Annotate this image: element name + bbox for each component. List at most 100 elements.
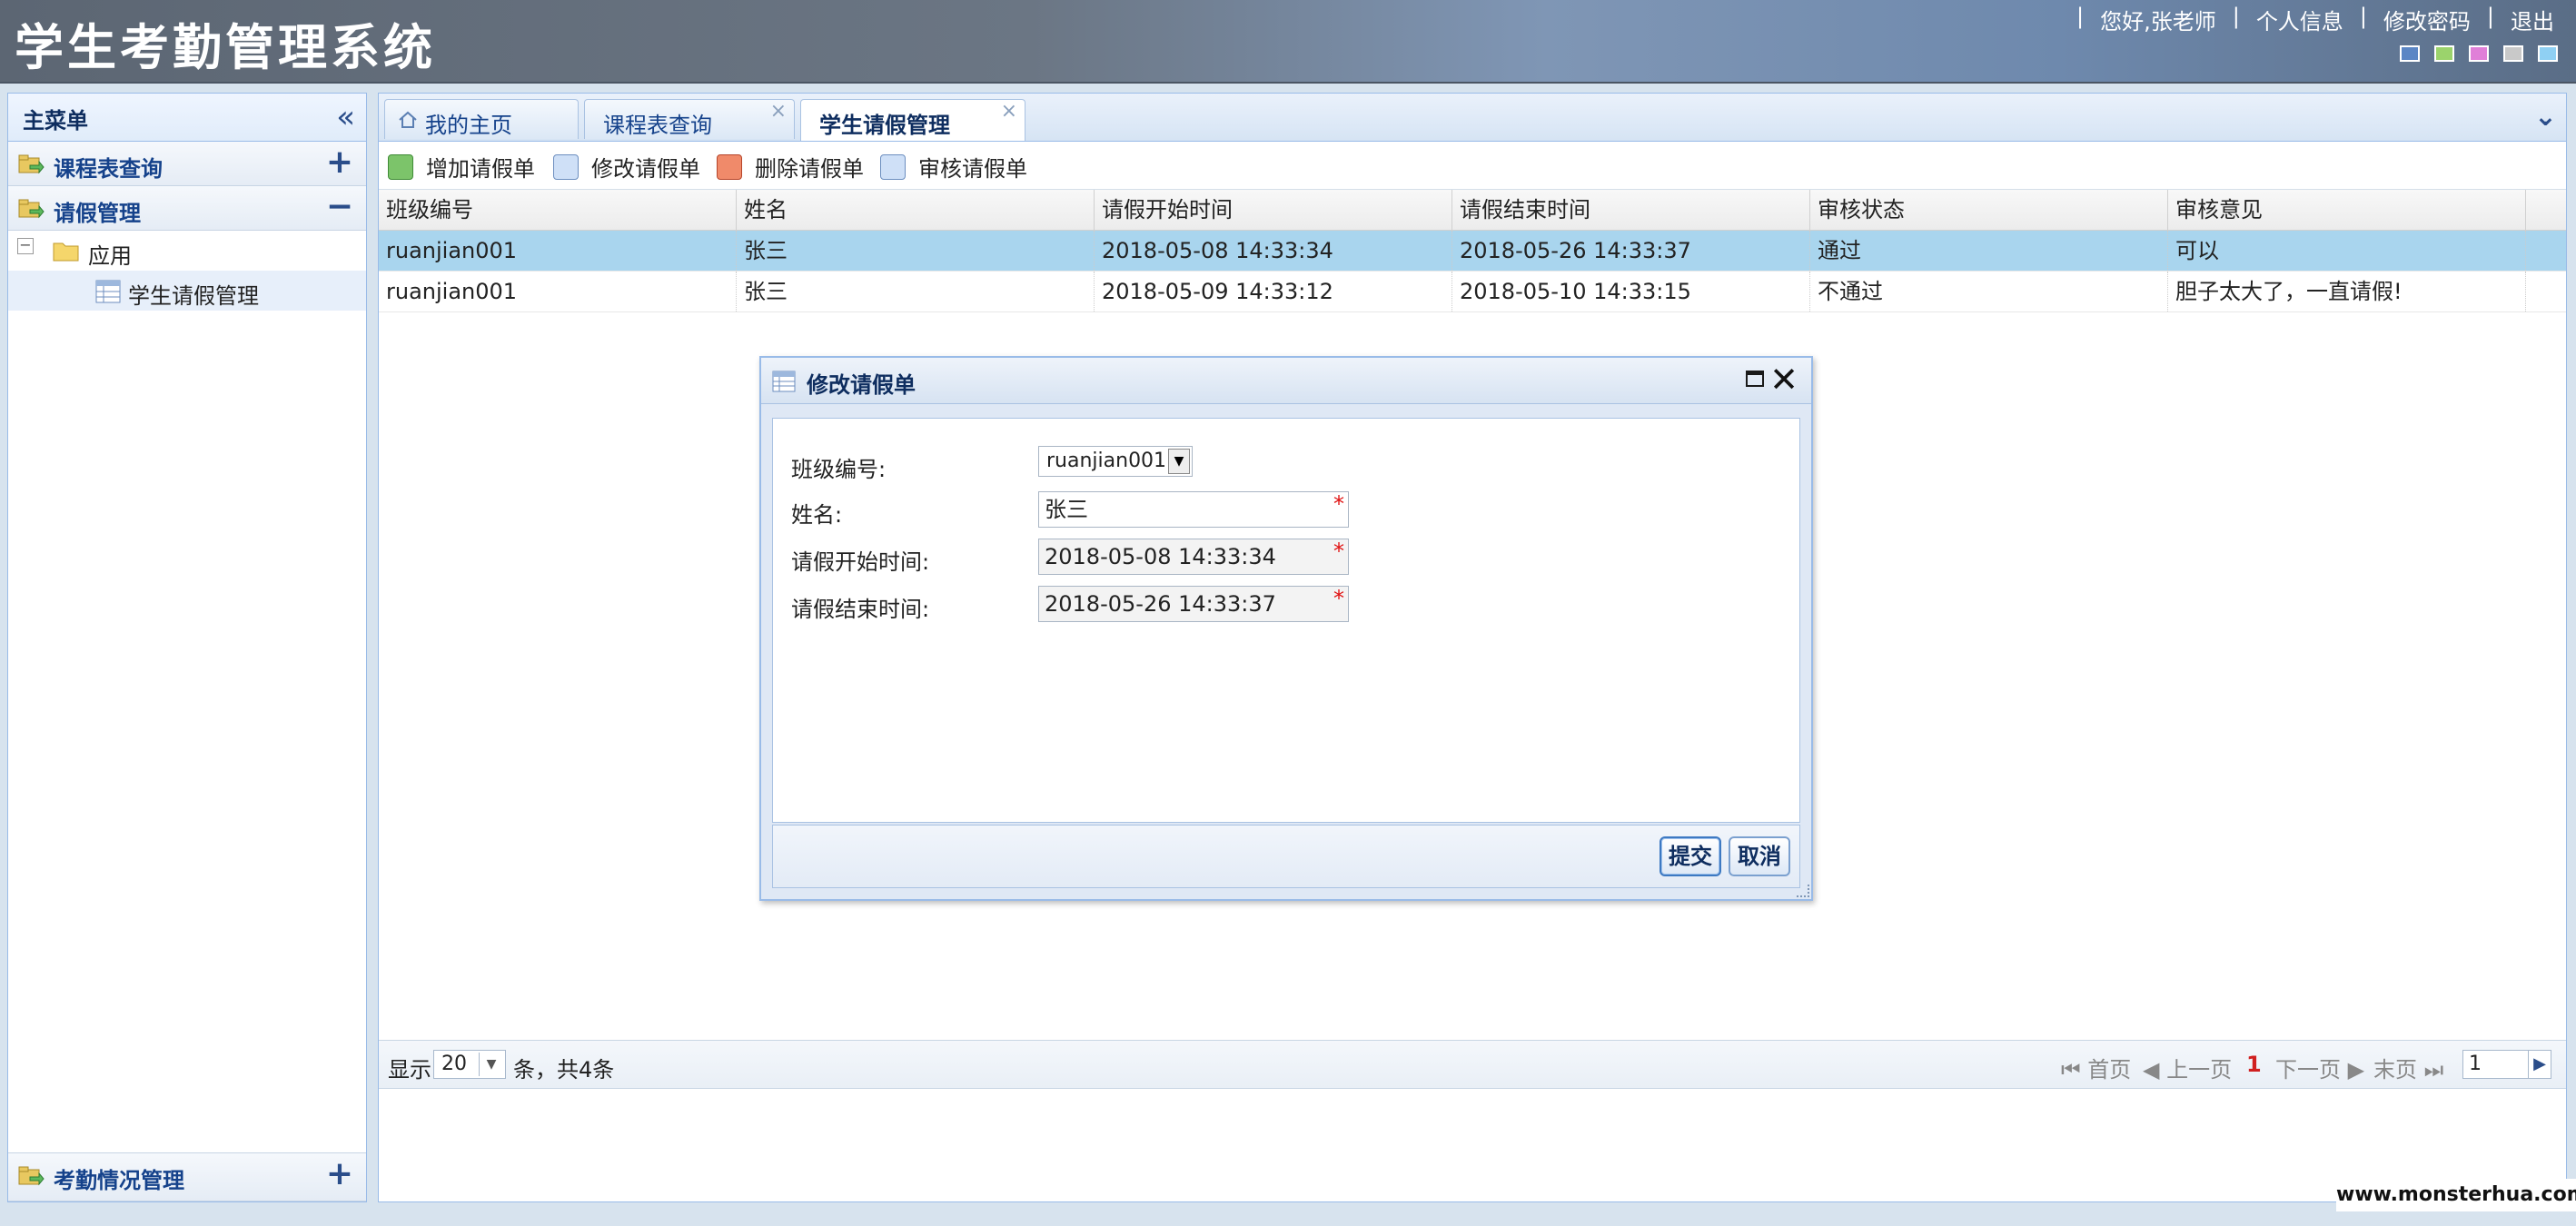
collapse-icon[interactable]: − [326, 188, 353, 225]
end-time-label: 请假结束时间: [791, 597, 930, 622]
theme-blue-button[interactable] [2400, 45, 2420, 62]
sidebar-section-attendance[interactable]: 考勤情况管理 + [8, 1152, 366, 1201]
tree-folder-label: 应用 [88, 243, 132, 269]
prev-page-button[interactable]: ◀ 上一页 [2143, 1052, 2232, 1083]
go-page-icon[interactable]: ▶ [2528, 1051, 2551, 1078]
expand-icon[interactable]: + [326, 143, 353, 181]
sidebar: 主菜单 « 课程表查询 + 请假管理 − − 应用 学生请假管理 考勤情况管理 … [7, 93, 367, 1202]
app-title: 学生考勤管理系统 [15, 19, 436, 76]
table-cell: 2018-05-10 14:33:15 [1452, 272, 1810, 311]
table-row[interactable]: ruanjian001 张三 2018-05-09 14:33:12 2018-… [379, 272, 2566, 312]
tree-expander-icon[interactable]: − [17, 238, 34, 254]
next-page-icon: ▶ [2347, 1057, 2365, 1083]
add-leave-button[interactable]: 增加请假单 [388, 151, 535, 183]
separator: | [2076, 4, 2085, 29]
folder-arrow-icon [18, 199, 45, 219]
tab-home[interactable]: 我的主页 [384, 99, 579, 139]
page-size-select[interactable]: 20 ▼ [433, 1050, 506, 1079]
app-header: 学生考勤管理系统 | 您好,张老师 | 个人信息 | 修改密码 | 退出 [0, 0, 2576, 84]
theme-sky-button[interactable] [2538, 45, 2558, 62]
table-cell: ruanjian001 [379, 272, 737, 311]
table-cell: 通过 [1810, 231, 2168, 271]
table-cell: 不通过 [1810, 272, 2168, 311]
expand-icon[interactable]: + [326, 1155, 353, 1192]
sidebar-section-schedule[interactable]: 课程表查询 + [8, 142, 366, 186]
table-row[interactable]: ruanjian001 张三 2018-05-08 14:33:34 2018-… [379, 231, 2566, 272]
watermark: www.monsterhua.com [2336, 1179, 2576, 1211]
end-time-input[interactable]: 2018-05-26 14:33:37 * [1038, 586, 1349, 622]
current-page: 1 [2246, 1052, 2262, 1077]
start-time-input[interactable]: 2018-05-08 14:33:34 * [1038, 539, 1349, 575]
dialog-header[interactable]: 修改请假单 ✕ [761, 358, 1811, 404]
folder-icon [53, 242, 79, 262]
theme-green-button[interactable] [2434, 45, 2454, 62]
maximize-icon[interactable] [1746, 371, 1764, 387]
class-select[interactable]: ruanjian001 ▼ [1038, 446, 1193, 477]
close-tab-icon[interactable]: × [770, 100, 787, 123]
edit-leave-dialog: 修改请假单 ✕ 班级编号: ruanjian001 ▼ 姓名: 张三 * 请假开… [759, 356, 1813, 901]
close-tab-icon[interactable]: × [1001, 100, 1017, 123]
required-mark: * [1333, 539, 1344, 564]
last-page-button[interactable]: 末页 ⏭ [2373, 1052, 2443, 1083]
edit-icon [553, 153, 579, 180]
column-header[interactable]: 审核状态 [1810, 190, 2168, 230]
close-icon[interactable]: ✕ [1769, 360, 1798, 400]
column-header[interactable]: 班级编号 [379, 190, 737, 230]
table-cell: 胆子太大了，一直请假! [2168, 272, 2526, 311]
dialog-footer: 提交 取消 [772, 825, 1800, 888]
resize-handle[interactable] [1797, 885, 1809, 897]
column-header[interactable]: 审核意见 [2168, 190, 2526, 230]
sidebar-title: 主菜单 [23, 108, 88, 133]
first-page-button[interactable]: ⏮ 首页 [2061, 1052, 2131, 1083]
theme-pink-button[interactable] [2469, 45, 2489, 62]
total-count-label: 条，共4条 [513, 1057, 615, 1083]
folder-arrow-icon [18, 1166, 45, 1186]
review-leave-button[interactable]: 审核请假单 [880, 151, 1027, 183]
table-cell: 2018-05-08 14:33:34 [1095, 231, 1452, 271]
tab-leave-management[interactable]: 学生请假管理 × [800, 99, 1025, 141]
class-label: 班级编号: [791, 457, 887, 482]
name-input[interactable]: 张三 * [1038, 491, 1349, 528]
tabs-menu-icon[interactable]: ⌄ [2534, 101, 2557, 133]
table-cell: 张三 [737, 231, 1095, 271]
separator: | [2359, 4, 2367, 29]
dialog-form: 班级编号: ruanjian001 ▼ 姓名: 张三 * 请假开始时间: 201… [772, 418, 1800, 823]
folder-arrow-icon [18, 154, 45, 174]
collapse-sidebar-icon[interactable]: « [336, 99, 355, 135]
delete-icon [717, 153, 742, 180]
column-header[interactable]: 姓名 [737, 190, 1095, 230]
tab-schedule[interactable]: 课程表查询 × [584, 99, 795, 139]
edit-leave-button[interactable]: 修改请假单 [553, 151, 700, 183]
pagination-bar: 显示 20 ▼ 条，共4条 ⏮ 首页 ◀ 上一页 1 下一页 ▶ 末页 ⏭ 1 … [379, 1040, 2566, 1089]
review-leave-label: 审核请假单 [918, 156, 1027, 182]
table-cell: 张三 [737, 272, 1095, 311]
theme-gray-button[interactable] [2503, 45, 2523, 62]
change-password-link[interactable]: 修改密码 [2383, 4, 2471, 35]
cancel-button[interactable]: 取消 [1729, 836, 1790, 876]
delete-leave-label: 删除请假单 [755, 156, 864, 182]
dropdown-arrow-icon[interactable]: ▼ [1168, 449, 1190, 474]
tree-folder-app[interactable]: − 应用 [8, 231, 366, 271]
tree-leaf-leave-management[interactable]: 学生请假管理 [8, 271, 366, 311]
logout-link[interactable]: 退出 [2511, 4, 2554, 35]
delete-leave-button[interactable]: 删除请假单 [717, 151, 864, 183]
tab-label: 课程表查询 [603, 113, 712, 138]
next-page-button[interactable]: 下一页 ▶ [2275, 1052, 2364, 1083]
page-number-input[interactable]: 1 ▶ [2462, 1050, 2551, 1079]
column-header[interactable]: 请假开始时间 [1095, 190, 1452, 230]
profile-link[interactable]: 个人信息 [2256, 4, 2343, 35]
grid-header: 班级编号 姓名 请假开始时间 请假结束时间 审核状态 审核意见 [379, 190, 2566, 231]
theme-switcher [2400, 45, 2558, 62]
start-time-label: 请假开始时间: [791, 549, 930, 575]
name-label: 姓名: [791, 502, 843, 528]
sidebar-section-label: 请假管理 [54, 201, 141, 226]
column-header[interactable]: 请假结束时间 [1452, 190, 1810, 230]
greeting-link[interactable]: 您好,张老师 [2100, 4, 2216, 35]
sidebar-section-leave[interactable]: 请假管理 − [8, 186, 366, 231]
sidebar-section-label: 考勤情况管理 [54, 1168, 184, 1193]
home-icon [399, 111, 417, 128]
dropdown-arrow-icon[interactable]: ▼ [479, 1053, 503, 1076]
separator: | [2486, 4, 2494, 29]
submit-button[interactable]: 提交 [1660, 836, 1721, 876]
first-page-label: 首页 [2087, 1057, 2132, 1083]
